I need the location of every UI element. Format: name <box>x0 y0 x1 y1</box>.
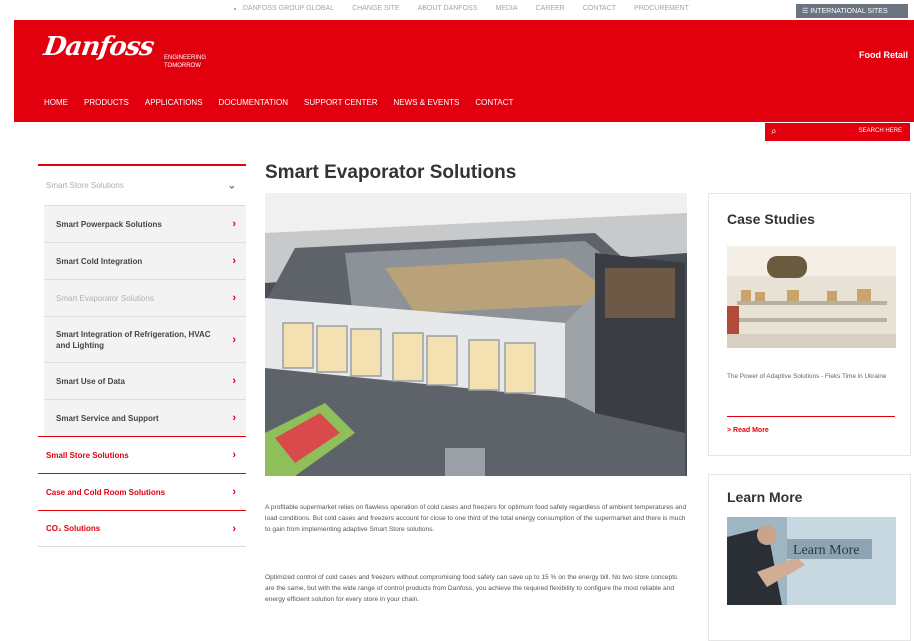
nav-news-events[interactable]: NEWS & EVENTS <box>394 98 460 107</box>
international-sites-button[interactable]: ☰ INTERNATIONAL SITES <box>796 4 908 18</box>
chevron-down-icon: ⌄ <box>227 180 236 191</box>
logo-wordmark: Danfoss <box>41 32 156 62</box>
learn-more-heading: Learn More <box>727 489 803 505</box>
sidebar-subitem-label: Smart Powerpack Solutions <box>56 219 162 229</box>
sidebar-subitem-label: Smart Cold Integration <box>56 256 143 266</box>
utility-links: ◔ DANFOSS GROUP GLOBAL CHANGE SITE ABOUT… <box>232 5 707 14</box>
savings-paragraph: Optimized control of cold cases and free… <box>265 574 678 603</box>
store-shelf-photo <box>727 246 896 348</box>
danfoss-logo[interactable]: Danfoss <box>41 32 156 80</box>
nav-documentation[interactable]: DOCUMENTATION <box>219 98 288 107</box>
utility-link[interactable]: CHANGE SITE <box>352 5 399 14</box>
chevron-right-icon: › <box>232 255 236 267</box>
site-name: Food Retail <box>859 50 908 60</box>
main-nav: HOME PRODUCTS APPLICATIONS DOCUMENTATION… <box>44 98 529 107</box>
businessman-touchscreen-photo: Learn More <box>727 517 896 605</box>
sidebar-subitem[interactable]: Smart Use of Data › <box>44 362 246 399</box>
utility-link[interactable]: PROCUREMENT <box>634 5 689 14</box>
chevron-right-icon: › <box>232 333 236 346</box>
case-study-caption[interactable]: The Power of Adaptive Solutions - Fleks … <box>727 372 897 382</box>
page-title: Smart Evaporator Solutions <box>265 162 517 183</box>
sidebar-item-label: Case and Cold Room Solutions <box>46 487 166 497</box>
case-studies-card: Case Studies The Power of Adaptive Solut… <box>708 193 911 456</box>
search-label: SEARCH HERE <box>858 128 902 134</box>
sidebar-subitem[interactable]: Smart Powerpack Solutions › <box>44 205 246 242</box>
chevron-right-icon: › <box>232 218 236 230</box>
case-study-image[interactable] <box>727 246 896 348</box>
nav-support-center[interactable]: SUPPORT CENTER <box>304 98 378 107</box>
sidebar-subitem-label: Smart Evaporator Solutions <box>56 293 154 303</box>
utility-link[interactable]: ABOUT DANFOSS <box>418 5 478 14</box>
supermarket-illustration <box>265 193 687 476</box>
case-studies-heading: Case Studies <box>727 211 815 227</box>
chevron-right-icon: › <box>232 375 236 387</box>
chevron-right-icon: › <box>232 486 236 498</box>
nav-contact[interactable]: CONTACT <box>475 98 513 107</box>
nav-home[interactable]: HOME <box>44 98 68 107</box>
sidebar-subitem-label: Smart Service and Support <box>56 413 159 423</box>
site-header: Danfoss ENGINEERING TOMORROW Food Retail… <box>14 20 914 122</box>
sidebar-nav: Smart Store Solutions ⌄ Smart Powerpack … <box>38 164 246 547</box>
learn-more-image-text: Learn More <box>793 543 859 558</box>
tagline: ENGINEERING TOMORROW <box>164 55 207 69</box>
supermarket-hero-image <box>265 193 687 476</box>
sidebar-subitem-label: Smart Integration of Refrigeration, HVAC… <box>56 329 211 350</box>
sidebar-item-label: CO₂ Solutions <box>46 524 101 533</box>
learn-more-image[interactable]: Learn More <box>727 517 896 605</box>
sidebar-section-title: Smart Store Solutions <box>46 181 124 190</box>
sidebar-subitem[interactable]: Smart Service and Support › <box>44 399 246 436</box>
divider <box>727 416 895 417</box>
nav-products[interactable]: PRODUCTS <box>84 98 129 107</box>
international-sites-label: INTERNATIONAL SITES <box>810 8 888 15</box>
utility-link[interactable]: MEDIA <box>495 5 517 14</box>
sidebar-item-co2[interactable]: CO₂ Solutions › <box>38 510 246 547</box>
chevron-right-icon: › <box>232 449 236 461</box>
chevron-right-icon: › <box>232 412 236 424</box>
search-bar[interactable]: ⌕ SEARCH HERE <box>765 123 910 141</box>
menu-icon: ☰ <box>802 8 811 15</box>
sidebar-item-label: Small Store Solutions <box>46 450 129 460</box>
sidebar-subitem-label: Smart Use of Data <box>56 376 125 386</box>
chevron-right-icon: › <box>232 292 236 304</box>
sidebar-subitem[interactable]: Smart Cold Integration › <box>44 242 246 279</box>
nav-applications[interactable]: APPLICATIONS <box>145 98 203 107</box>
sidebar-subitem-active[interactable]: Smart Evaporator Solutions › <box>44 279 246 316</box>
sidebar-subitem[interactable]: Smart Integration of Refrigeration, HVAC… <box>44 316 246 362</box>
globe-icon: ◔ <box>232 5 237 14</box>
search-icon: ⌕ <box>771 126 777 137</box>
sidebar-item-small-store[interactable]: Small Store Solutions › <box>38 436 246 473</box>
read-more-link[interactable]: > Read More <box>727 427 769 434</box>
utility-bar: ◔ DANFOSS GROUP GLOBAL CHANGE SITE ABOUT… <box>0 0 914 20</box>
utility-link[interactable]: DANFOSS GROUP GLOBAL <box>243 5 334 14</box>
learn-more-card: Learn More Learn More <box>708 474 911 641</box>
chevron-right-icon: › <box>232 522 236 535</box>
sidebar-section-toggle[interactable]: Smart Store Solutions ⌄ <box>38 164 246 205</box>
intro-paragraph: A profitable supermarket relies on flawl… <box>265 504 687 533</box>
utility-link[interactable]: CAREER <box>536 5 565 14</box>
sidebar-item-case-cold-room[interactable]: Case and Cold Room Solutions › <box>38 473 246 510</box>
utility-link[interactable]: CONTACT <box>583 5 616 14</box>
